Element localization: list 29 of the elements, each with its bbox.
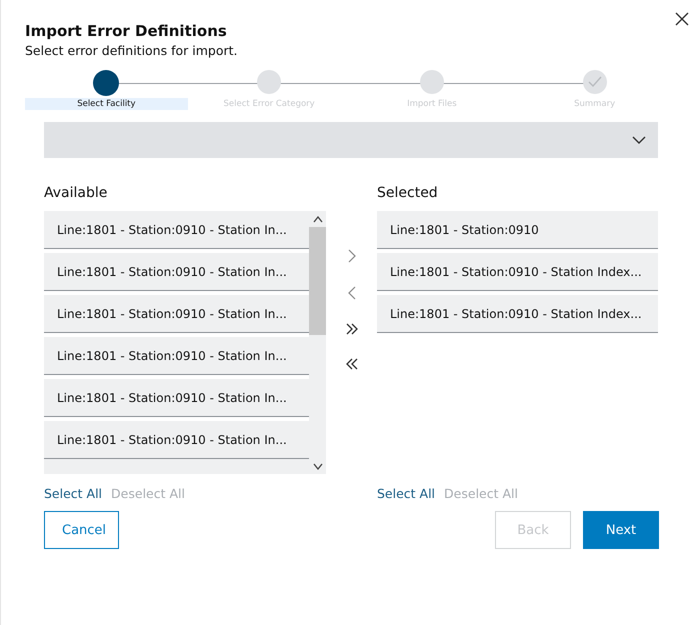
dialog-title: Import Error Definitions [25,22,228,40]
double-chevron-icon[interactable] [346,358,358,370]
scroll-down-icon[interactable] [313,463,323,470]
list-item[interactable]: Line:1801 - Station:0910 - Station In... [44,295,309,333]
select-link[interactable]: Select All [377,486,436,501]
double-chevron-icon[interactable] [346,323,358,335]
list-heading: Selected [377,184,439,202]
list-item[interactable]: Line:1801 - Station:0910 [377,211,658,249]
dialog-subtitle: Select error definitions for import. [25,43,238,58]
step-label[interactable]: Select Facility [25,98,188,110]
list-item[interactable]: Line:1801 - Station:0910 - Station In... [44,253,309,291]
list-item[interactable]: Line:1801 - Station:0910 - Station In... [44,379,309,417]
list-heading: Available [44,184,108,202]
primary-button[interactable]: Next [583,511,659,549]
check-icon [588,76,602,88]
close-icon[interactable] [675,12,689,26]
dropdown-field[interactable] [44,122,658,158]
list-item[interactable]: Line:1801 - Station:0910 - Station Index... [377,295,658,333]
chevron-icon[interactable] [348,286,356,300]
scroll-up-icon[interactable] [312,216,322,223]
list-item[interactable]: Line:1801 - Station:0910 - Station In... [44,337,309,375]
chevron-icon[interactable] [348,249,356,263]
chevron-down-icon [632,136,646,144]
list-item[interactable]: Line:1801 - Station:0910 - Station Index... [377,253,658,291]
list-item[interactable]: Line:1801 - Station:0910 - Station In... [44,211,309,249]
outline-button[interactable]: Cancel [44,511,119,549]
list-item[interactable]: Line:1801 - Station:0910 - Station In... [44,421,309,459]
scrollbar-thumb[interactable] [309,227,326,335]
select-link[interactable]: Select All [44,486,102,501]
